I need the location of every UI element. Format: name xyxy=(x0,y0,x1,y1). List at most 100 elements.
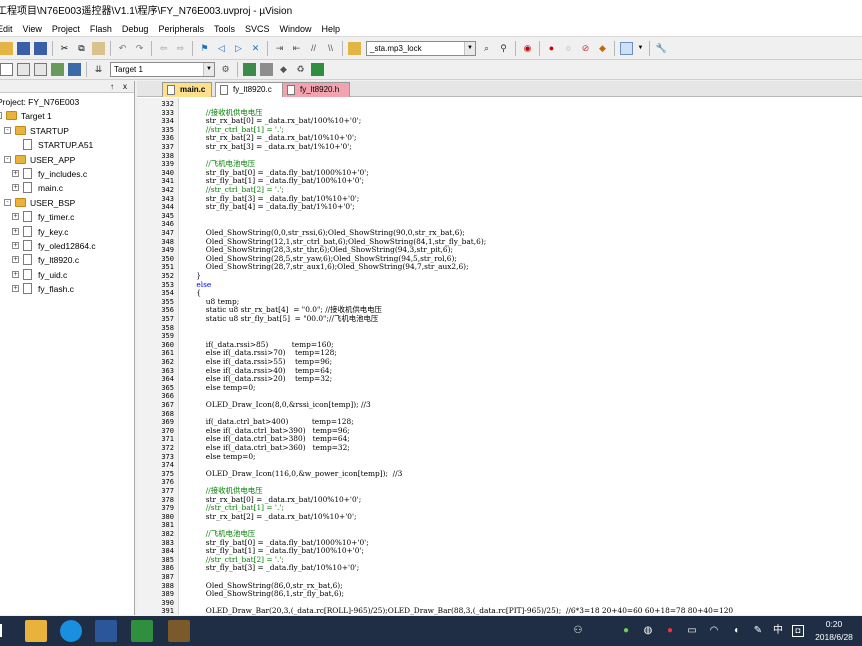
expand-icon[interactable]: + xyxy=(12,213,19,221)
wifi-icon[interactable]: ◠ xyxy=(708,625,720,637)
menu-project[interactable]: Project xyxy=(47,24,85,34)
save-icon[interactable] xyxy=(17,42,30,55)
indent-icon[interactable]: ⇥ xyxy=(273,42,286,55)
tree-item[interactable]: + fy_key.c xyxy=(0,225,134,239)
breakpoint-kill-icon[interactable]: ◆ xyxy=(596,42,609,55)
tree-item[interactable]: + fy_flash.c xyxy=(0,282,134,296)
translate-icon[interactable] xyxy=(0,63,13,76)
incremental-find-icon[interactable]: ⚲ xyxy=(497,42,510,55)
collapse-icon[interactable]: - xyxy=(4,126,11,134)
open-file-icon[interactable] xyxy=(0,42,13,55)
ime-indicator[interactable]: 中 xyxy=(772,625,784,637)
bookmark-clear-icon[interactable]: ✕ xyxy=(249,42,262,55)
menu-peripherals[interactable]: Peripherals xyxy=(153,24,209,34)
menu-help[interactable]: Help xyxy=(317,24,346,34)
volume-icon[interactable]: ◖ xyxy=(730,625,742,637)
load-icon[interactable]: ⇊ xyxy=(92,63,105,76)
redo-icon[interactable]: ↷ xyxy=(133,42,146,55)
configure-icon[interactable]: 🔧 xyxy=(655,42,668,55)
paste-icon[interactable] xyxy=(92,42,105,55)
tree-item[interactable]: - STARTUP xyxy=(0,124,134,138)
collapse-icon[interactable]: - xyxy=(4,198,11,206)
rebuild-icon[interactable] xyxy=(34,63,47,76)
copy-icon[interactable]: ⧉ xyxy=(75,42,88,55)
tree-item[interactable]: STARTUP.A51 xyxy=(0,138,134,152)
navigate-back-icon[interactable]: ⇦ xyxy=(157,42,170,55)
expand-icon[interactable]: + xyxy=(12,242,19,249)
uncomment-icon[interactable]: \\ xyxy=(324,42,337,55)
chat-icon[interactable]: ◍ xyxy=(642,625,654,637)
comment-icon[interactable]: // xyxy=(307,42,320,55)
tree-item[interactable]: + fy_timer.c xyxy=(0,210,134,224)
cut-icon[interactable]: ✂ xyxy=(58,42,71,55)
security-icon[interactable]: ● xyxy=(664,625,676,637)
debug-session-icon[interactable]: ◉ xyxy=(521,42,534,55)
tree-item[interactable]: + fy_includes.c xyxy=(0,167,134,181)
undo-icon[interactable]: ↶ xyxy=(116,42,129,55)
menu-window[interactable]: Window xyxy=(275,24,317,34)
target-options-icon[interactable]: ⚙ xyxy=(219,63,232,76)
battery-icon[interactable]: ▭ xyxy=(686,625,698,637)
expand-icon[interactable]: + xyxy=(12,256,19,264)
unindent-icon[interactable]: ⇤ xyxy=(290,42,303,55)
expand-icon[interactable]: + xyxy=(12,227,19,235)
tree-item[interactable]: + fy_lt8920.c xyxy=(0,253,134,267)
tree-item[interactable]: - USER_BSP xyxy=(0,196,134,210)
menu-tools[interactable]: Tools xyxy=(209,24,240,34)
people-icon[interactable]: ⚇ xyxy=(572,625,584,637)
breakpoint-icon[interactable]: ● xyxy=(545,42,558,55)
runtime-env-icon[interactable]: ♻ xyxy=(294,63,307,76)
word-icon[interactable] xyxy=(95,620,117,642)
pin-icon[interactable]: ↑ xyxy=(110,82,114,92)
menu-view[interactable]: View xyxy=(18,24,47,34)
tree-item[interactable]: + fy_oled12864.c xyxy=(0,239,134,253)
menu-debug[interactable]: Debug xyxy=(117,24,154,34)
expand-icon[interactable]: + xyxy=(12,184,19,192)
close-icon[interactable]: x xyxy=(123,82,127,92)
tab-fy-lt8920-h[interactable]: fy_lt8920.h xyxy=(282,82,350,97)
find-combo[interactable]: _sta.mp3_lock ▼ xyxy=(366,41,476,56)
breakpoint-disable-icon[interactable]: ○ xyxy=(562,42,575,55)
tree-item[interactable]: - USER_APP xyxy=(0,153,134,167)
tree-item[interactable]: - Target 1 xyxy=(0,109,134,123)
file-explorer-icon[interactable] xyxy=(25,620,47,642)
collapse-icon[interactable]: - xyxy=(4,155,11,163)
browser-icon[interactable] xyxy=(60,620,82,642)
tab-main-c[interactable]: main.c xyxy=(162,82,212,97)
bookmark-next-icon[interactable]: ▷ xyxy=(232,42,245,55)
navigate-forward-icon[interactable]: ⇨ xyxy=(174,42,187,55)
batch-build-icon[interactable] xyxy=(51,63,64,76)
manage-project-icon[interactable] xyxy=(311,63,324,76)
build-icon[interactable] xyxy=(17,63,30,76)
window-layout-icon[interactable] xyxy=(620,42,633,55)
menu-flash[interactable]: Flash xyxy=(85,24,117,34)
download-icon[interactable] xyxy=(68,63,81,76)
start-icon[interactable] xyxy=(0,620,14,642)
keil-icon[interactable] xyxy=(131,620,153,642)
wechat-icon[interactable]: ● xyxy=(620,625,632,637)
chevron-down-icon[interactable]: ▼ xyxy=(203,63,214,76)
collapse-icon[interactable]: - xyxy=(0,112,2,120)
tree-item[interactable]: + main.c xyxy=(0,181,134,195)
pack-installer-icon[interactable]: ◆ xyxy=(277,63,290,76)
find-in-files-icon[interactable] xyxy=(348,42,361,55)
find-icon[interactable]: ⌕ xyxy=(480,42,493,55)
expand-icon[interactable]: + xyxy=(12,270,19,278)
tree-item[interactable]: + fy_uid.c xyxy=(0,268,134,282)
project-root[interactable]: Project: FY_N76E003 xyxy=(0,95,132,109)
breakpoint-clear-icon[interactable]: ⊘ xyxy=(579,42,592,55)
clock[interactable]: 0:20 2018/6/28 xyxy=(810,618,858,644)
keyboard-icon[interactable]: ◘ xyxy=(792,625,804,637)
code-view[interactable]: //接收机供电电压 str_rx_bat[0] = _data.rx_bat/1… xyxy=(187,98,862,615)
bookmark-prev-icon[interactable]: ◁ xyxy=(215,42,228,55)
tab-fy-lt8920-c[interactable]: fy_lt8920.c xyxy=(215,82,290,97)
menu-svcs[interactable]: SVCS xyxy=(240,24,275,34)
menu-edit[interactable]: Edit xyxy=(0,24,18,34)
expand-icon[interactable]: + xyxy=(12,170,19,177)
chevron-down-icon[interactable]: ▼ xyxy=(464,42,475,55)
app-icon[interactable] xyxy=(168,620,190,642)
target-combo[interactable]: Target 1 ▼ xyxy=(110,62,215,77)
manage-components-icon[interactable] xyxy=(243,63,256,76)
chevron-down-icon[interactable]: ▼ xyxy=(637,42,644,55)
pen-icon[interactable]: ✎ xyxy=(752,625,764,637)
